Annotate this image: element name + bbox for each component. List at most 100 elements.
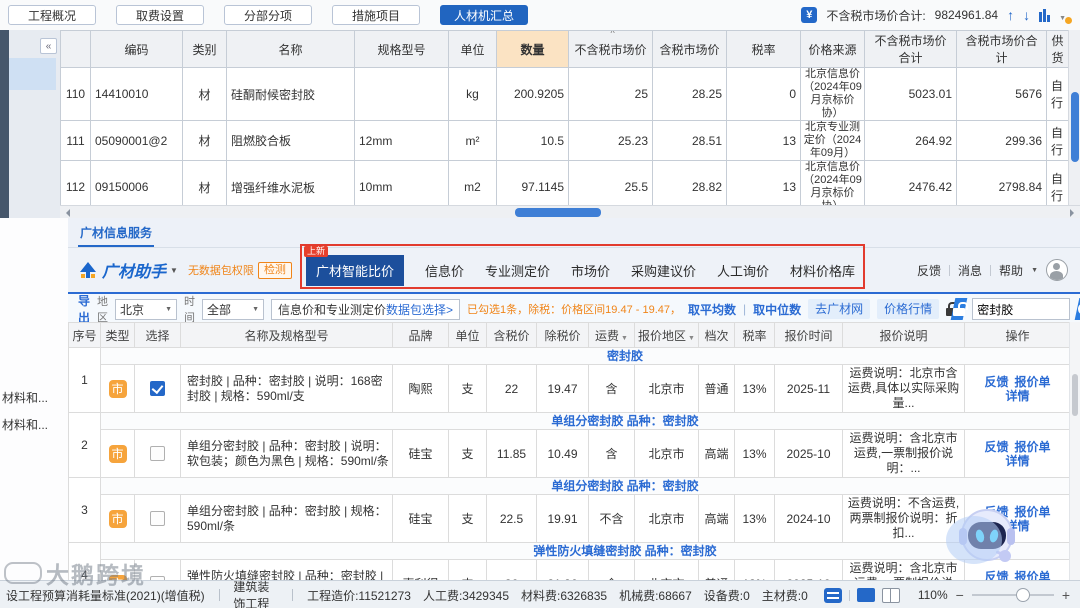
tab-purchase-suggest-price[interactable]: 采购建议价 [631,261,696,280]
take-median-link[interactable]: 取中位数 [753,301,801,318]
select-checkbox[interactable] [150,511,165,527]
scroll-left-icon[interactable] [62,209,70,217]
cell-date: 2025-10 [774,559,843,580]
unlock-button[interactable] [950,298,969,320]
cell-note: 运费说明：含北京市运费,一票制报价说明：... [842,559,965,580]
tab-labor-material-summary[interactable]: 人材机汇总 [440,5,528,25]
price-trend-button[interactable]: 价格行情 [877,299,940,319]
material-row[interactable]: 112 09150006 材 增强纤维水泥板 10mm m2 97.1145 2… [60,160,1068,205]
time-select[interactable]: 全部 ▼ [202,298,265,320]
goto-guangcai-button[interactable]: 去广材网 [808,299,871,319]
zoom-out-icon[interactable]: − [956,587,964,603]
single-pane-view-icon[interactable] [856,588,875,602]
feedback-action[interactable]: 反馈 [984,375,1008,389]
cell-grade: 高端 [698,429,735,478]
region-select[interactable]: 北京 ▼ [115,298,178,320]
take-average-link[interactable]: 取平均数 [688,301,736,318]
tab-smart-price-compare[interactable]: 上新 广材智能比价 [303,245,404,286]
group-title[interactable]: 单组分密封胶 品种：密封胶 [100,412,1070,430]
rail-selected-item[interactable] [9,58,56,90]
select-checkbox[interactable] [150,381,165,397]
quote-sheet-action[interactable]: 报价单 [1015,375,1051,389]
quote-row[interactable]: 市 单组分密封胶 | 品种：密封胶 | 说明：软包装；颜色为黑色 | 规格：59… [69,429,1070,478]
zoom-slider[interactable] [971,588,1054,602]
quote-sheet-action[interactable]: 报价单 [1015,505,1051,519]
messages-link[interactable]: 消息 [958,262,982,279]
col-tax-rate: 税率 [726,30,801,68]
tab-material-price-library[interactable]: 材料价格库 [790,261,855,280]
item-description: 弹性防火填缝密封胶 | 品种：密封胶 | 规格：580ml/条 [180,559,393,580]
tab-manual-inquiry[interactable]: 人工询价 [717,261,769,280]
check-button[interactable]: 检测 [257,261,292,279]
vertical-scrollbar[interactable] [1069,322,1080,580]
filter-bar: 导出 地区 北京 ▼ 时间 全部 ▼ 信息价和专业测定价 数据包选择> 已勾选1条，除… [68,294,1080,325]
export-link[interactable]: 导出 [78,292,90,326]
guangcai-logo-icon [78,260,98,280]
tab-professional-price[interactable]: 专业测定价 [485,261,550,280]
tree-item[interactable]: 材料和... [0,411,68,438]
details-action[interactable]: 详情 [1005,454,1029,468]
column-settings-icon[interactable]: ▼ [1039,8,1072,24]
guangcai-service-panel: 广材信息服务 广材助手 ▼ 无数据包权限 检测 上新 广材智能比价 信息价 专业测… [68,218,1080,580]
cell-price-ex: 19.47 [536,364,589,413]
tab-info-price[interactable]: 信息价 [425,261,464,280]
zoom-level: 110% [917,588,948,602]
group-title[interactable]: 单组分密封胶 品种：密封胶 [100,477,1070,495]
divider [218,589,220,601]
material-row[interactable]: 111 05090001@2 材 阻燃胶合板 12mm m² 10.5 25.2… [60,120,1068,161]
feedback-action[interactable]: 反馈 [984,440,1008,454]
cell-price-inc: 22 [486,364,537,413]
col-quote-region[interactable]: 报价地区 ▼ [634,322,699,348]
tab-market-price[interactable]: 市场价 [571,261,610,280]
details-action[interactable]: 详情 [1005,389,1029,403]
move-up-icon[interactable]: ↑ [1007,7,1014,23]
col-quantity: 数量 [496,30,569,68]
cell-supply: 自行 [1046,120,1068,161]
quote-sheet-action[interactable]: 报价单 [1015,570,1051,581]
group-title[interactable]: 弹性防火填缝密封胶 品种：密封胶 [100,542,1070,560]
quote-row[interactable]: 市 密封胶 | 品种：密封胶 | 说明：168密封胶 | 规格：590ml/支 … [69,364,1070,413]
horizontal-scrollbar[interactable] [60,205,1080,219]
scrollbar-thumb[interactable] [1071,92,1079,162]
material-row[interactable]: 110 14410010 材 硅酮耐候密封胶 kg 200.9205 25 28… [60,67,1068,121]
vertical-scrollbar[interactable] [1068,30,1080,205]
collapse-panel-button[interactable]: « [40,38,57,54]
user-avatar-icon[interactable] [1046,259,1068,281]
logo-caret-icon[interactable]: ▼ [170,266,178,275]
total-value: 9824961.84 [934,8,999,22]
assistant-robot-icon[interactable] [946,506,1018,568]
search-input[interactable] [972,298,1071,320]
split-pane-view-icon[interactable] [881,587,900,603]
help-link[interactable]: 帮助 [999,262,1023,279]
tab-divisional-items[interactable]: 分部分项 [224,5,312,25]
tab-guangcai-info-service[interactable]: 广材信息服务 [78,219,155,247]
cell-date: 2024-10 [774,494,843,543]
col-price-ex-tax[interactable]: ^ 不含税市场价 [568,30,653,68]
group-title[interactable]: 密封胶 [100,347,1070,365]
quote-sheet-action[interactable]: 报价单 [1015,440,1051,454]
select-checkbox[interactable] [150,446,165,462]
scrollbar-thumb[interactable] [1072,374,1078,416]
zoom-in-icon[interactable]: + [1062,587,1070,603]
move-down-icon[interactable]: ↓ [1023,7,1030,23]
cell-freight: 含 [588,364,635,413]
scrollbar-thumb[interactable] [515,208,601,217]
item-description: 密封胶 | 品种：密封胶 | 说明：168密封胶 | 规格：590ml/支 [180,364,393,413]
list-view-icon[interactable] [823,587,842,603]
tab-measure-items[interactable]: 措施项目 [332,5,420,25]
quote-row[interactable]: 市 弹性防火填缝密封胶 | 品种：密封胶 | 规格：580ml/条 喜利得 支 … [69,559,1070,581]
search-button[interactable] [1074,298,1080,320]
zoom-slider-handle[interactable] [1015,588,1030,602]
data-package-select-button[interactable]: 信息价和专业测定价 数据包选择> [271,298,461,320]
tab-project-overview[interactable]: 工程概况 [8,5,96,25]
scroll-right-icon[interactable] [1070,209,1078,217]
quote-row[interactable]: 市 单组分密封胶 | 品种：密封胶 | 规格：590ml/条 硅宝 支 22.5… [69,494,1070,543]
summary-cluster: ¥ 不含税市场价合计: 9824961.84 ↑ ↓ ▼ [801,7,1080,24]
tab-fee-settings[interactable]: 取费设置 [116,5,204,25]
col-freight[interactable]: 运费 ▼ [588,322,635,348]
tree-item[interactable]: 材料和... [0,384,68,411]
cell-code: 09150006 [90,160,183,205]
feedback-action[interactable]: 反馈 [984,570,1008,581]
feedback-link[interactable]: 反馈 [917,262,941,279]
materials-table: 编码 类别 名称 规格型号 单位 数量 ^ 不含税市场价 含税市场价 税率 价格来… [60,30,1068,205]
